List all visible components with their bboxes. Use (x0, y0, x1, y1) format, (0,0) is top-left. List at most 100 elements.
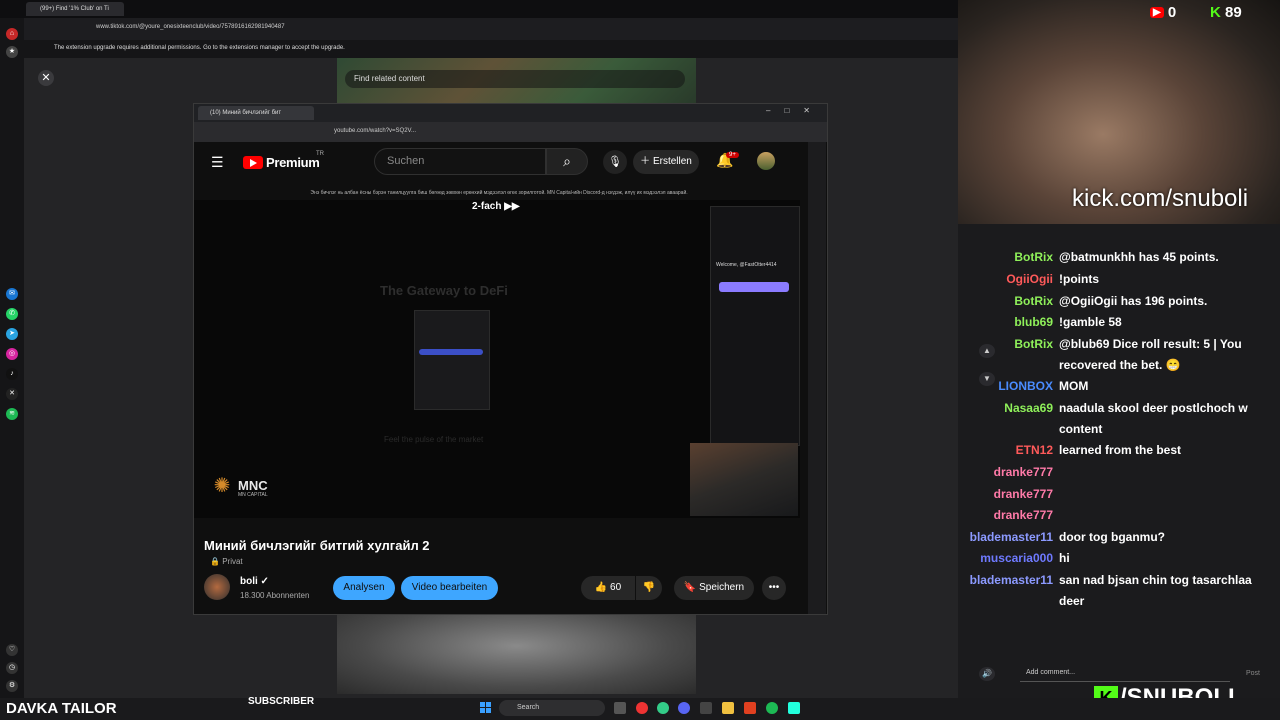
find-related-search[interactable]: Find related content (345, 70, 685, 88)
thumbs-up-icon: 👍 (594, 582, 608, 593)
feel-text: Feel the pulse of the market (384, 435, 484, 444)
opera-icon[interactable] (636, 702, 648, 714)
inner-tab-youtube[interactable]: (10) Миний бичлэгийг бит (198, 106, 314, 120)
channel-name[interactable]: boli ✓ (240, 576, 269, 587)
save-button[interactable]: 🔖 Speichern (674, 576, 754, 600)
folder-icon[interactable] (722, 702, 734, 714)
telegram-icon[interactable]: ➤ (6, 328, 18, 340)
more-options-icon[interactable]: ••• (762, 576, 786, 600)
mnc-logo-text: MNC (238, 478, 268, 493)
chat-text: @OgiiOgii has 196 points. (1059, 294, 1208, 308)
x-icon[interactable]: ✕ (6, 388, 18, 400)
chat-username[interactable]: blademaster11 (970, 530, 1053, 544)
inner-address-bar[interactable] (194, 122, 827, 142)
taskbar-search[interactable]: Search (499, 700, 605, 716)
chevron-up-icon[interactable]: ▲ (979, 344, 995, 358)
create-label: Erstellen (652, 156, 692, 167)
overlay-name: DAVKA TAILOR (6, 700, 117, 717)
chat-text: !gamble 58 (1059, 315, 1122, 329)
chat-username[interactable]: dranke777 (994, 487, 1053, 501)
notification-badge: 9+ (726, 152, 739, 158)
microphone-icon[interactable]: 🎙 (603, 150, 627, 174)
star-icon[interactable]: ★ (6, 46, 18, 58)
task-view-icon[interactable] (614, 702, 626, 714)
chat-username[interactable]: blub69 (1014, 315, 1053, 329)
spotify-taskbar-icon[interactable] (766, 702, 778, 714)
chat-username[interactable]: BotRix (1014, 294, 1053, 308)
home-icon[interactable]: ⌂ (6, 28, 18, 40)
chat-text: naadula skool deer postlchoch w (1059, 401, 1248, 415)
post-button[interactable]: Post (1246, 670, 1260, 677)
browser-side-panel (808, 142, 826, 614)
kick-viewer-count: K 89 (1210, 4, 1242, 21)
video-banner-text: Энэ бичлэг нь албан ёсны бэрэн танилцуул… (310, 190, 688, 196)
youtube-logo-text[interactable]: Premium (266, 155, 320, 170)
dislike-button[interactable]: 👎 (636, 576, 662, 600)
channel-avatar[interactable] (204, 574, 230, 600)
video-title: Миний бичлэгийг битгий хулгайл 2 (204, 538, 430, 553)
youtube-logo-icon[interactable] (243, 156, 263, 169)
like-button[interactable]: 👍 60 (581, 576, 635, 600)
search-input[interactable]: Suchen (374, 148, 546, 175)
chat-username[interactable]: BotRix (1014, 250, 1053, 264)
app2-icon[interactable] (788, 702, 800, 714)
brave-icon[interactable] (744, 702, 756, 714)
windows-start-icon[interactable] (480, 702, 492, 714)
chat-text: @blub69 Dice roll result: 5 | You (1059, 337, 1242, 351)
chat-text: san nad bjsan chin tog tasarchlaa (1059, 573, 1252, 587)
chat-text: door tog bganmu? (1059, 530, 1165, 544)
create-button[interactable]: ＋ Erstellen (633, 150, 699, 174)
inner-url[interactable]: youtube.com/watch?v=SQ2V... (334, 128, 416, 134)
volume-icon[interactable]: 🔊 (979, 667, 995, 681)
chat-text: hi (1059, 551, 1070, 565)
outer-url[interactable]: www.tiktok.com/@youre_onesixteenclub/vid… (96, 24, 285, 30)
thumbs-down-icon: 👎 (642, 582, 656, 593)
whatsapp-icon[interactable]: ✆ (6, 308, 18, 320)
discord-icon[interactable] (678, 702, 690, 714)
signup-card (414, 310, 490, 410)
tiktok-icon[interactable]: ♪ (6, 368, 18, 380)
analysen-button[interactable]: Analysen (333, 576, 395, 600)
youtube-icon: ▶ (1150, 7, 1164, 18)
outer-tab-tiktok[interactable]: (99+) Find '1% Club' on Ti (26, 2, 124, 16)
mnc-logo-icon: ✺ (213, 475, 231, 497)
chat-username[interactable]: ETN12 (1016, 443, 1053, 457)
app-icon[interactable] (700, 702, 712, 714)
gateway-text: The Gateway to DeFi (380, 283, 508, 298)
close-icon[interactable]: ✕ (38, 70, 54, 86)
chat-text: !points (1059, 272, 1099, 286)
outer-tab-bar (0, 0, 958, 18)
mnc-logo-sub: MN CAPITAL (238, 492, 268, 498)
search-icon[interactable]: ⌕ (546, 148, 588, 175)
avatar[interactable] (757, 152, 775, 170)
chevron-down-icon[interactable]: ▼ (979, 372, 995, 386)
region-code: TR (316, 151, 324, 157)
chat-username[interactable]: OgiiOgii (1006, 272, 1053, 286)
signup-button (419, 349, 483, 355)
chat-text: @batmunkhh has 45 points. (1059, 250, 1219, 264)
comment-input[interactable]: Add comment... (1020, 664, 1230, 682)
chat-username[interactable]: BotRix (1014, 337, 1053, 351)
settings-icon[interactable]: ⚙ (6, 680, 18, 692)
edit-video-button[interactable]: Video bearbeiten (401, 576, 498, 600)
chat-text: deer (1059, 594, 1085, 608)
kick-url-overlay: kick.com/snuboli (1072, 185, 1249, 212)
chat-username[interactable]: dranke777 (994, 465, 1053, 479)
chat-username[interactable]: dranke777 (994, 508, 1053, 522)
heart-icon[interactable]: ♡ (6, 644, 18, 656)
privacy-badge: 🔒 Privat (210, 557, 243, 566)
chat-username[interactable]: LIONBOX (998, 379, 1053, 393)
chrome-icon[interactable] (657, 702, 669, 714)
tiktok-video-bottom[interactable] (337, 614, 696, 694)
chat-username[interactable]: muscaria000 (980, 551, 1053, 565)
bookmark-icon: 🔖 (683, 582, 697, 593)
window-controls[interactable]: –□✕ (766, 106, 824, 115)
messenger-icon[interactable]: ✉ (6, 288, 18, 300)
clock-icon[interactable]: ◷ (6, 662, 18, 674)
chat-username[interactable]: Nasaa69 (1004, 401, 1053, 415)
spotify-icon[interactable]: ≋ (6, 408, 18, 420)
menu-icon[interactable]: ☰ (211, 154, 224, 171)
chat-text: MOM (1059, 379, 1089, 393)
instagram-icon[interactable]: ◎ (6, 348, 18, 360)
chat-username[interactable]: blademaster11 (970, 573, 1053, 587)
